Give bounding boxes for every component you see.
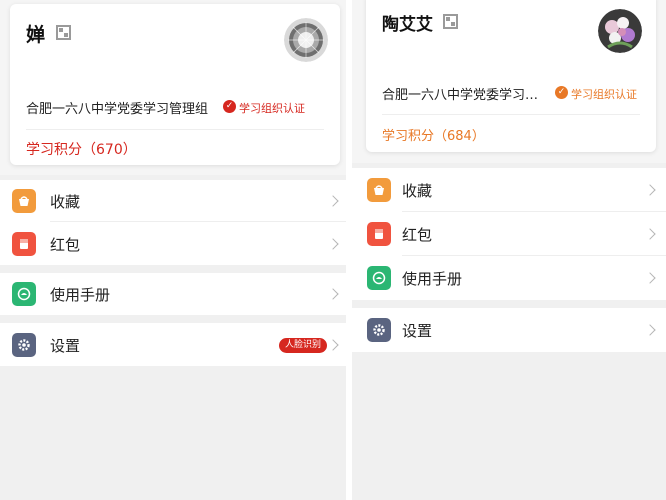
chevron-right-icon <box>327 339 339 351</box>
chevron-right-icon <box>327 238 339 250</box>
avatar-image <box>284 18 328 62</box>
menu-item-label: 收藏 <box>50 193 81 211</box>
manual-icon <box>367 266 391 290</box>
avatar[interactable] <box>284 18 328 62</box>
chevron-right-icon <box>327 195 339 207</box>
right-profile-screen: 陶艾艾 合肥一六八中学党委学习… ✓ 学习组织认证 学习积分（684） 收藏 红… <box>352 0 666 500</box>
left-profile-card[interactable]: 婵 合肥一六八中学党委学习管理组 ✓ 学习组织认证 学习积分（670） <box>10 4 340 165</box>
organization-name: 合肥一六八中学党委学习管理组 <box>26 102 209 117</box>
avatar[interactable] <box>598 9 642 53</box>
chevron-right-icon <box>644 272 656 284</box>
card-divider <box>382 114 640 115</box>
certified-icon: ✓ <box>223 100 236 113</box>
favorites-icon <box>12 189 36 213</box>
menu-item-user-manual[interactable]: 使用手册 <box>0 273 346 315</box>
chevron-right-icon <box>327 288 339 300</box>
menu-item-label: 设置 <box>50 337 81 355</box>
settings-icon <box>12 333 36 357</box>
menu-item-label: 使用手册 <box>50 286 111 304</box>
face-recognition-badge[interactable]: 人脸识别 <box>279 338 328 353</box>
menu-item-favorites[interactable]: 收藏 <box>0 180 346 222</box>
study-points[interactable]: 学习积分（684） <box>382 125 485 144</box>
menu-item-label: 红包 <box>402 226 433 244</box>
favorites-icon <box>367 178 391 202</box>
chevron-right-icon <box>644 324 656 336</box>
menu-item-settings[interactable]: 设置 人脸识别 <box>0 323 346 366</box>
menu-item-user-manual[interactable]: 使用手册 <box>352 256 666 300</box>
right-profile-card[interactable]: 陶艾艾 合肥一六八中学党委学习… ✓ 学习组织认证 学习积分（684） <box>366 0 656 152</box>
manual-icon <box>12 282 36 306</box>
study-points[interactable]: 学习积分（670） <box>26 139 137 159</box>
menu-item-favorites[interactable]: 收藏 <box>352 168 666 212</box>
profile-name: 婵 <box>26 24 46 46</box>
menu-item-red-packet[interactable]: 红包 <box>352 212 666 256</box>
certification-label: 学习组织认证 <box>239 102 305 115</box>
qr-code-icon[interactable] <box>443 14 458 29</box>
menu-item-label: 使用手册 <box>402 270 463 288</box>
settings-icon <box>367 318 391 342</box>
avatar-image <box>598 9 642 53</box>
certification-label: 学习组织认证 <box>571 88 637 101</box>
chevron-right-icon <box>644 184 656 196</box>
certified-icon: ✓ <box>555 86 568 99</box>
menu-item-label: 红包 <box>50 236 81 254</box>
comparison-stage: 婵 合肥一六八中学党委学习管理组 ✓ 学习组织认证 学习积分（670） 收藏 红… <box>0 0 666 500</box>
card-divider <box>26 129 324 130</box>
menu-item-label: 收藏 <box>402 182 433 200</box>
organization-name: 合肥一六八中学党委学习… <box>382 88 539 103</box>
menu-item-label: 设置 <box>402 322 433 340</box>
menu-item-red-packet[interactable]: 红包 <box>0 222 346 265</box>
red-packet-icon <box>367 222 391 246</box>
qr-code-icon[interactable] <box>56 25 71 40</box>
profile-name: 陶艾艾 <box>382 15 433 35</box>
left-profile-screen: 婵 合肥一六八中学党委学习管理组 ✓ 学习组织认证 学习积分（670） 收藏 红… <box>0 0 346 500</box>
menu-item-settings[interactable]: 设置 <box>352 308 666 352</box>
chevron-right-icon <box>644 228 656 240</box>
red-packet-icon <box>12 232 36 256</box>
